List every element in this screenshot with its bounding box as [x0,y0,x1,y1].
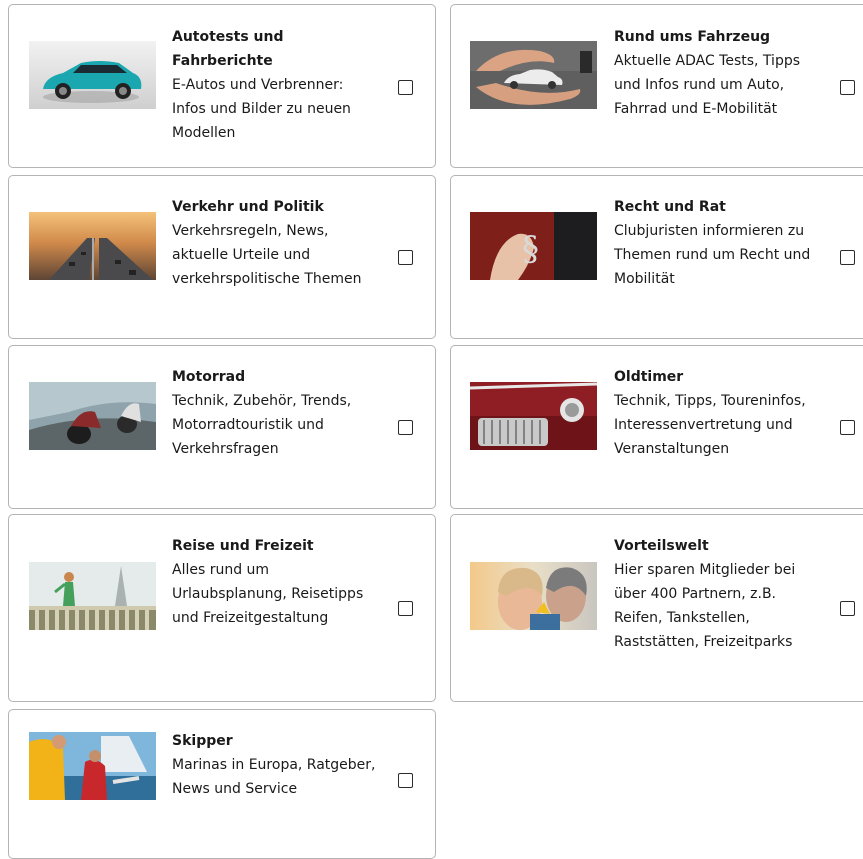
newsletter-card-vorteilswelt[interactable]: Vorteilswelt Hier sparen Mitglieder bei … [450,514,863,702]
subscribe-checkbox[interactable] [398,80,413,95]
card-title: Verkehr und Politik [172,199,324,215]
card-text: Vorteilswelt Hier sparen Mitglieder bei … [614,534,820,654]
subscribe-checkbox[interactable] [840,250,855,265]
card-description: Verkehrsregeln, News, aktuelle Urteile u… [172,223,362,287]
newsletter-card-motorrad[interactable]: Motorrad Technik, Zubehör, Trends, Motor… [8,345,436,509]
card-description: E-Autos und Verbrenner: Infos und Bilder… [172,77,351,141]
happy-couple-image [470,562,597,630]
paris-eiffel-tower-image [29,562,156,630]
subscribe-checkbox[interactable] [840,420,855,435]
hands-car-image [470,41,597,109]
subscribe-checkbox[interactable] [398,601,413,616]
card-description: Technik, Zubehör, Trends, Motorradtouris… [172,393,352,457]
electric-car-image [29,41,156,109]
card-title: Reise und Freizeit [172,538,314,554]
card-text: Oldtimer Technik, Tipps, Toureninfos, In… [614,365,820,461]
newsletter-card-recht-rat[interactable]: § Recht und Rat Clubjuristen informieren… [450,175,863,339]
card-description: Alles rund um Urlaubsplanung, Reisetipps… [172,562,364,626]
sailing-image [29,732,156,800]
newsletter-card-autotests[interactable]: Autotests und Fahrberichte E-Autos und V… [8,4,436,168]
card-title: Recht und Rat [614,199,726,215]
card-text: Rund ums Fahrzeug Aktuelle ADAC Tests, T… [614,25,820,121]
card-title: Autotests und Fahrberichte [172,29,284,69]
highway-image [29,212,156,280]
newsletter-card-verkehr-politik[interactable]: Verkehr und Politik Verkehrsregeln, News… [8,175,436,339]
svg-text:§: § [522,229,539,269]
newsletter-card-rund-ums-fahrzeug[interactable]: Rund ums Fahrzeug Aktuelle ADAC Tests, T… [450,4,863,168]
card-description: Hier sparen Mitglieder bei über 400 Part… [614,562,796,650]
subscribe-checkbox[interactable] [840,80,855,95]
card-description: Aktuelle ADAC Tests, Tipps und Infos run… [614,53,801,117]
card-text: Motorrad Technik, Zubehör, Trends, Motor… [172,365,378,461]
card-text: Verkehr und Politik Verkehrsregeln, News… [172,195,378,291]
subscribe-checkbox[interactable] [840,601,855,616]
card-text: Skipper Marinas in Europa, Ratgeber, New… [172,729,378,801]
motorcycle-image [29,382,156,450]
newsletter-card-oldtimer[interactable]: Oldtimer Technik, Tipps, Toureninfos, In… [450,345,863,509]
card-title: Rund ums Fahrzeug [614,29,771,45]
subscribe-checkbox[interactable] [398,250,413,265]
card-text: Autotests und Fahrberichte E-Autos und V… [172,25,378,145]
newsletter-card-reise-freizeit[interactable]: Reise und Freizeit Alles rund um Urlaubs… [8,514,436,702]
card-title: Skipper [172,733,233,749]
card-description: Clubjuristen informieren zu Themen rund … [614,223,811,287]
card-text: Recht und Rat Clubjuristen informieren z… [614,195,820,291]
subscribe-checkbox[interactable] [398,773,413,788]
card-title: Vorteilswelt [614,538,709,554]
paragraph-symbol-image: § [470,212,597,280]
card-description: Technik, Tipps, Toureninfos, Interessenv… [614,393,806,457]
card-title: Oldtimer [614,369,684,385]
card-description: Marinas in Europa, Ratgeber, News und Se… [172,757,376,797]
card-title: Motorrad [172,369,246,385]
subscribe-checkbox[interactable] [398,420,413,435]
card-text: Reise und Freizeit Alles rund um Urlaubs… [172,534,378,630]
classic-car-image [470,382,597,450]
newsletter-card-skipper[interactable]: Skipper Marinas in Europa, Ratgeber, New… [8,709,436,859]
